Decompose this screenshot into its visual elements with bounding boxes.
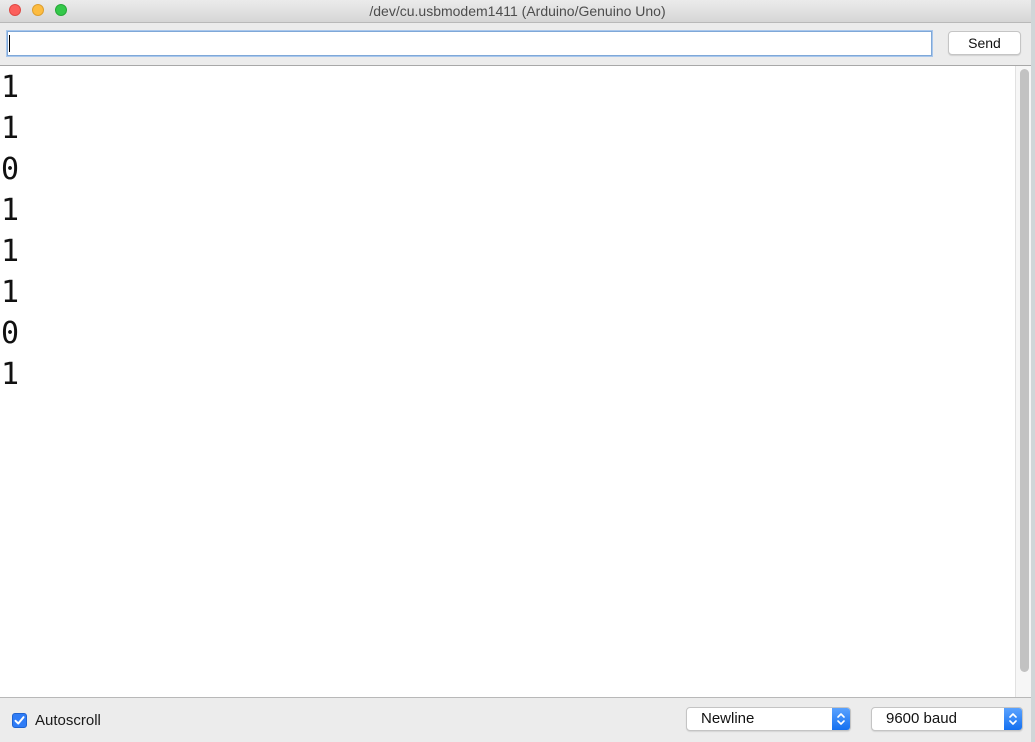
output-line: 1	[1, 275, 20, 310]
output-line: 1	[1, 357, 20, 392]
output-line: 1	[1, 111, 20, 146]
window-title: /dev/cu.usbmodem1411 (Arduino/Genuino Un…	[369, 3, 666, 19]
line-ending-select[interactable]: Newline	[686, 707, 851, 731]
text-caret	[9, 35, 10, 52]
output-line: 1	[1, 234, 20, 269]
line-ending-value: Newline	[701, 710, 755, 727]
baud-rate-select[interactable]: 9600 baud	[871, 707, 1023, 731]
title-bar: /dev/cu.usbmodem1411 (Arduino/Genuino Un…	[0, 0, 1035, 23]
output-line: 1	[1, 193, 20, 228]
serial-output-area[interactable]: 1 1 0 1 1 1 0 1	[0, 66, 1015, 697]
baud-rate-value: 9600 baud	[886, 710, 957, 727]
output-line: 0	[1, 316, 20, 351]
checkmark-icon	[14, 716, 25, 725]
autoscroll-label[interactable]: Autoscroll	[35, 711, 101, 731]
serial-monitor-window: /dev/cu.usbmodem1411 (Arduino/Genuino Un…	[0, 0, 1035, 742]
updown-chevron-icon	[1004, 708, 1022, 730]
output-line: 0	[1, 152, 20, 187]
output-line: 1	[1, 70, 20, 105]
updown-chevron-icon	[832, 708, 850, 730]
serial-input-field[interactable]	[7, 31, 932, 56]
window-edge	[1031, 0, 1035, 742]
status-bar: Autoscroll Newline 9600 baud	[0, 697, 1035, 742]
send-button[interactable]: Send	[948, 31, 1021, 55]
scrollbar-thumb[interactable]	[1020, 69, 1029, 672]
send-toolbar: Send	[0, 23, 1035, 66]
autoscroll-checkbox[interactable]	[12, 713, 27, 728]
